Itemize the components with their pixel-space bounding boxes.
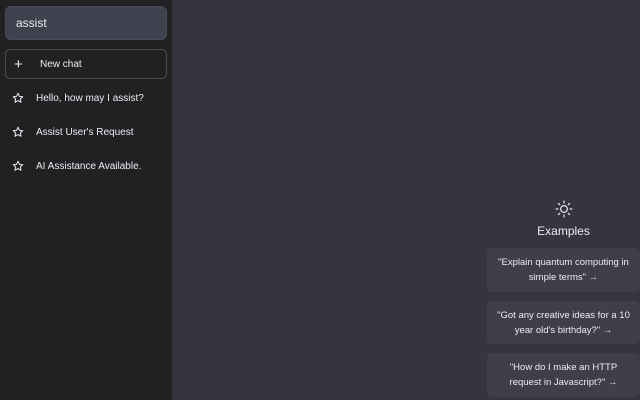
star-icon xyxy=(12,160,24,171)
plus-icon: + xyxy=(14,55,23,73)
star-icon xyxy=(12,126,24,137)
search-input[interactable] xyxy=(5,6,167,40)
example-card[interactable]: "Got any creative ideas for a 10 year ol… xyxy=(487,301,640,344)
new-chat-button[interactable]: + New chat xyxy=(5,49,167,79)
main-panel: Examples "Explain quantum computing in s… xyxy=(172,0,640,400)
sidebar: + New chat Hello, how may I assist? Assi… xyxy=(0,0,172,400)
app-window: + New chat Hello, how may I assist? Assi… xyxy=(0,0,640,400)
example-card[interactable]: "Explain quantum computing in simple ter… xyxy=(487,248,640,292)
examples-title: Examples xyxy=(537,224,590,238)
star-icon xyxy=(12,92,24,103)
conversation-item[interactable]: Hello, how may I assist? xyxy=(5,81,167,115)
conversation-label: Assist User's Request xyxy=(36,126,134,138)
new-chat-label: New chat xyxy=(40,58,82,70)
conversation-label: AI Assistance Available. xyxy=(36,160,142,172)
conversation-label: Hello, how may I assist? xyxy=(36,92,144,104)
example-card[interactable]: "How do I make an HTTP request in Javasc… xyxy=(487,353,640,397)
conversation-item[interactable]: AI Assistance Available. xyxy=(5,149,167,183)
sun-icon xyxy=(555,200,572,218)
conversation-item[interactable]: Assist User's Request xyxy=(5,115,167,149)
examples-section: Examples "Explain quantum computing in s… xyxy=(487,200,640,397)
